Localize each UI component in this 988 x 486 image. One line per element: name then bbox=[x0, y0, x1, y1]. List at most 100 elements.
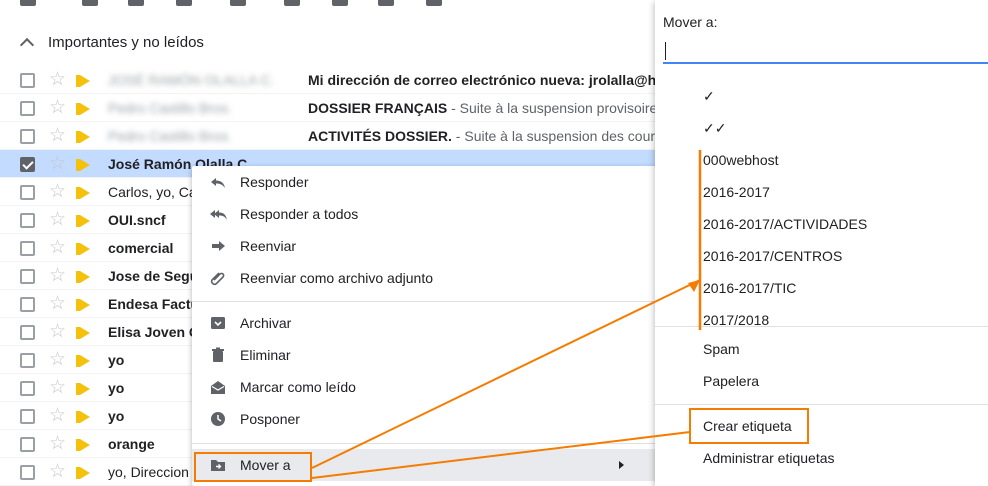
email-row[interactable]: ☆ JOSÉ RAMÓN OLALLA C. Mi dirección de cor… bbox=[0, 66, 660, 94]
label-item-spam[interactable]: Spam bbox=[703, 341, 740, 357]
label-item[interactable]: 2017/2018 bbox=[703, 312, 769, 326]
move-panel-divider bbox=[655, 404, 988, 405]
menu-item-label: Reenviar como archivo adjunto bbox=[240, 270, 433, 286]
chevron-up-icon[interactable] bbox=[19, 37, 35, 53]
menu-item-reenviar-adjunto[interactable]: Reenviar como archivo adjunto bbox=[192, 262, 658, 294]
row-checkbox[interactable] bbox=[20, 325, 35, 340]
email-subject-line: ACTIVITÉS DOSSIER. - Suite à la suspensi… bbox=[308, 128, 658, 144]
label-item[interactable]: 2016-2017/TIC bbox=[703, 280, 796, 296]
attachment-icon bbox=[210, 270, 226, 286]
email-subject-line: DOSSIER FRANÇAIS - Suite à la suspension… bbox=[308, 100, 658, 116]
important-marker-icon[interactable] bbox=[76, 271, 90, 283]
label-item[interactable]: ✓ bbox=[703, 88, 715, 105]
menu-item-posponer[interactable]: Posponer bbox=[192, 403, 658, 435]
important-marker-icon[interactable] bbox=[76, 187, 90, 199]
menu-divider bbox=[192, 443, 658, 444]
star-icon[interactable]: ☆ bbox=[49, 182, 66, 202]
row-checkbox[interactable] bbox=[20, 129, 35, 144]
spam-toolbar-icon[interactable] bbox=[128, 0, 144, 6]
email-subject: ACTIVITÉS DOSSIER. bbox=[308, 128, 452, 144]
important-marker-icon[interactable] bbox=[76, 439, 90, 451]
row-checkbox[interactable] bbox=[20, 241, 35, 256]
highlight-mover-a bbox=[194, 452, 312, 482]
row-checkbox[interactable] bbox=[20, 269, 35, 284]
mark-read-toolbar-icon[interactable] bbox=[230, 0, 246, 6]
important-marker-icon[interactable] bbox=[76, 75, 90, 87]
label-search-input[interactable] bbox=[663, 38, 988, 64]
menu-item-label: Responder a todos bbox=[240, 206, 359, 222]
email-subject: Mi dirección de correo electrónico nueva… bbox=[308, 72, 658, 88]
star-icon[interactable]: ☆ bbox=[49, 294, 66, 314]
row-checkbox[interactable] bbox=[20, 437, 35, 452]
menu-item-reenviar[interactable]: Reenviar bbox=[192, 230, 658, 262]
label-item[interactable]: 2016-2017/CENTROS bbox=[703, 248, 842, 264]
menu-item-responder[interactable]: Responder bbox=[192, 166, 658, 198]
labels-toolbar-icon[interactable] bbox=[332, 0, 348, 6]
row-checkbox[interactable] bbox=[20, 465, 35, 480]
email-subject: DOSSIER FRANÇAIS bbox=[308, 100, 448, 116]
email-sender: Pedro Castillo Bros. bbox=[108, 100, 232, 116]
email-row[interactable]: ☆ Pedro Castillo Bros. DOSSIER FRANÇAIS - … bbox=[0, 94, 660, 122]
row-checkbox[interactable] bbox=[20, 101, 35, 116]
star-icon[interactable]: ☆ bbox=[49, 266, 66, 286]
text-cursor bbox=[665, 42, 666, 60]
label-item-papelera[interactable]: Papelera bbox=[703, 373, 759, 389]
move-to-panel: Mover a: ✓ ✓✓ 000webhost 2016-2017 2016-… bbox=[655, 0, 988, 486]
star-icon[interactable]: ☆ bbox=[49, 434, 66, 454]
menu-divider bbox=[192, 301, 658, 302]
menu-item-label: Archivar bbox=[240, 315, 292, 331]
row-checkbox[interactable] bbox=[20, 381, 35, 396]
important-marker-icon[interactable] bbox=[76, 355, 90, 367]
important-marker-icon[interactable] bbox=[76, 411, 90, 423]
label-item[interactable]: 2016-2017 bbox=[703, 184, 770, 200]
row-checkbox[interactable] bbox=[20, 297, 35, 312]
important-marker-icon[interactable] bbox=[76, 215, 90, 227]
snooze-toolbar-icon[interactable] bbox=[284, 0, 300, 6]
star-icon[interactable]: ☆ bbox=[49, 378, 66, 398]
star-icon[interactable]: ☆ bbox=[49, 98, 66, 118]
star-icon[interactable]: ☆ bbox=[49, 406, 66, 426]
reply-icon bbox=[210, 174, 226, 190]
row-checkbox[interactable] bbox=[20, 73, 35, 88]
row-checkbox[interactable] bbox=[20, 157, 35, 172]
email-row[interactable]: ☆ Pedro Castillo Bros. ACTIVITÉS DOSSIER. … bbox=[0, 122, 660, 150]
trash-icon bbox=[210, 347, 226, 363]
more-toolbar-icon[interactable] bbox=[426, 0, 442, 6]
menu-item-label: Responder bbox=[240, 174, 309, 190]
delete-toolbar-icon[interactable] bbox=[176, 0, 192, 6]
row-checkbox[interactable] bbox=[20, 353, 35, 368]
menu-item-marcar-leido[interactable]: Marcar como leído bbox=[192, 371, 658, 403]
menu-item-label: Posponer bbox=[240, 411, 300, 427]
star-icon[interactable]: ☆ bbox=[49, 154, 66, 174]
archive-toolbar-icon[interactable] bbox=[82, 0, 98, 6]
move-toolbar-icon[interactable] bbox=[378, 0, 394, 6]
important-marker-icon[interactable] bbox=[76, 299, 90, 311]
row-checkbox[interactable] bbox=[20, 185, 35, 200]
important-marker-icon[interactable] bbox=[76, 159, 90, 171]
star-icon[interactable]: ☆ bbox=[49, 70, 66, 90]
section-header[interactable]: Importantes y no leídos bbox=[0, 26, 660, 64]
label-item[interactable]: 000webhost bbox=[703, 152, 779, 168]
menu-item-responder-a-todos[interactable]: Responder a todos bbox=[192, 198, 658, 230]
label-item[interactable]: ✓✓ bbox=[703, 120, 726, 137]
row-checkbox[interactable] bbox=[20, 213, 35, 228]
menu-item-eliminar[interactable]: Eliminar bbox=[192, 339, 658, 371]
important-marker-icon[interactable] bbox=[76, 327, 90, 339]
label-item[interactable]: 2016-2017/ACTIVIDADES bbox=[703, 216, 867, 232]
important-marker-icon[interactable] bbox=[76, 243, 90, 255]
star-icon[interactable]: ☆ bbox=[49, 322, 66, 342]
select-all-icon[interactable] bbox=[20, 0, 36, 6]
important-marker-icon[interactable] bbox=[76, 103, 90, 115]
star-icon[interactable]: ☆ bbox=[49, 238, 66, 258]
star-icon[interactable]: ☆ bbox=[49, 126, 66, 146]
important-marker-icon[interactable] bbox=[76, 467, 90, 479]
star-icon[interactable]: ☆ bbox=[49, 462, 66, 482]
star-icon[interactable]: ☆ bbox=[49, 210, 66, 230]
star-icon[interactable]: ☆ bbox=[49, 350, 66, 370]
important-marker-icon[interactable] bbox=[76, 131, 90, 143]
row-checkbox[interactable] bbox=[20, 409, 35, 424]
label-list: ✓ ✓✓ 000webhost 2016-2017 2016-2017/ACTI… bbox=[655, 72, 988, 326]
manage-labels-link[interactable]: Administrar etiquetas bbox=[703, 450, 835, 466]
important-marker-icon[interactable] bbox=[76, 383, 90, 395]
menu-item-archivar[interactable]: Archivar bbox=[192, 307, 658, 339]
